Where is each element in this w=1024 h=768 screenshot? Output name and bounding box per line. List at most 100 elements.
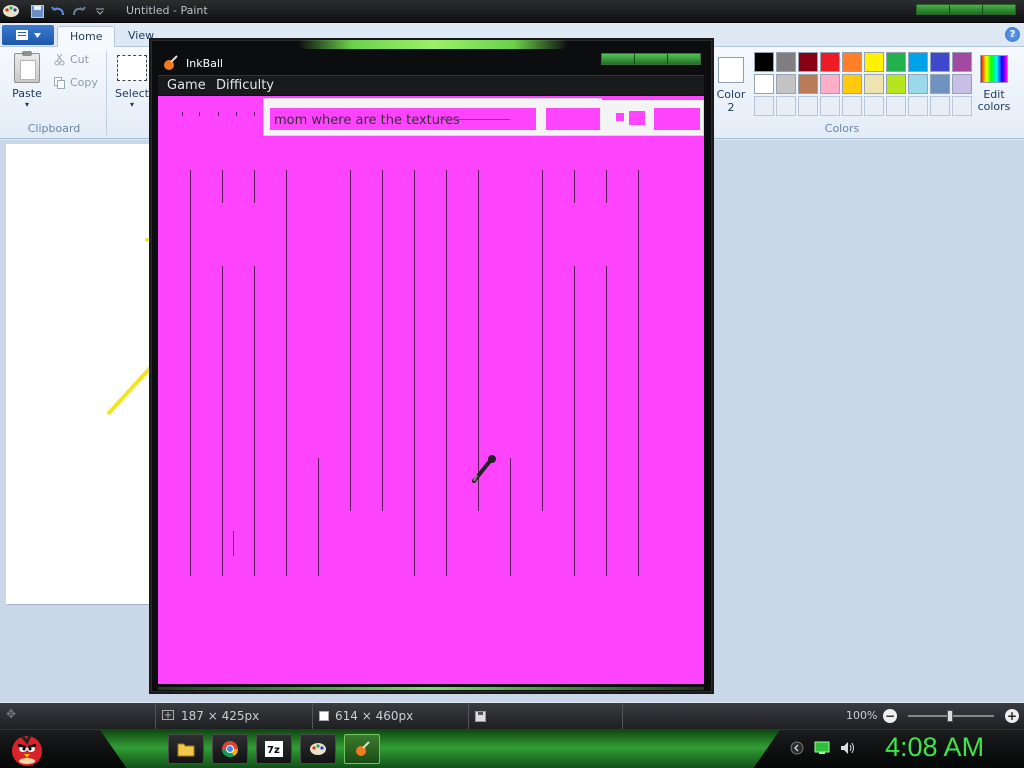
drawing-canvas[interactable] xyxy=(6,144,152,604)
save-quick-button[interactable] xyxy=(28,2,46,20)
system-tray xyxy=(790,741,856,755)
palette-custom-swatch[interactable] xyxy=(776,96,796,116)
minus-icon: − xyxy=(884,709,896,723)
hud-panel xyxy=(654,108,700,130)
palette-swatch[interactable] xyxy=(908,74,928,94)
paint-menu-button[interactable] xyxy=(2,25,54,45)
7zip-icon: 7z xyxy=(265,741,283,757)
palette-swatch[interactable] xyxy=(864,74,884,94)
palette-swatch[interactable] xyxy=(776,52,796,72)
palette-swatch[interactable] xyxy=(842,52,862,72)
volume-icon[interactable] xyxy=(840,741,856,755)
palette-swatch[interactable] xyxy=(908,52,928,72)
close-button[interactable] xyxy=(983,5,1015,14)
paste-button[interactable]: Paste ▾ xyxy=(8,51,46,109)
palette-swatch[interactable] xyxy=(952,74,972,94)
plus-icon: + xyxy=(1006,709,1018,723)
taskbar-paint-button[interactable] xyxy=(300,734,336,764)
zoom-in-button[interactable]: + xyxy=(1005,709,1019,723)
tab-home[interactable]: Home xyxy=(57,26,116,47)
cut-button[interactable]: Cut xyxy=(54,53,89,66)
palette-swatch[interactable] xyxy=(886,52,906,72)
hud-message: mom where are the textures xyxy=(274,113,460,128)
palette-swatch[interactable] xyxy=(886,74,906,94)
select-label: Select xyxy=(115,87,149,100)
palette-swatch[interactable] xyxy=(754,74,774,94)
hud-panel xyxy=(629,111,645,125)
taskbar-clock[interactable]: 4:08 AM xyxy=(885,732,984,763)
taskbar-inkball-button[interactable] xyxy=(344,734,380,764)
paint-palette-icon xyxy=(310,743,326,755)
hud-panel xyxy=(602,97,704,100)
folder-icon xyxy=(177,743,195,757)
taskbar-explorer-button[interactable] xyxy=(168,734,204,764)
palette-swatch[interactable] xyxy=(820,52,840,72)
cursor-position-icon xyxy=(162,710,174,720)
zoom-out-button[interactable]: − xyxy=(883,709,897,723)
maximize-button[interactable] xyxy=(635,54,668,64)
quick-access-toolbar xyxy=(28,2,109,20)
palette-custom-swatch[interactable] xyxy=(842,96,862,116)
palette-swatch[interactable] xyxy=(842,74,862,94)
zoom-slider-thumb[interactable] xyxy=(947,710,953,722)
palette-swatch[interactable] xyxy=(930,74,950,94)
palette-swatch[interactable] xyxy=(820,74,840,94)
select-button[interactable]: Select ▾ xyxy=(115,55,149,109)
wall-line xyxy=(190,170,191,576)
customize-qat-button[interactable] xyxy=(91,2,109,20)
scissors-icon xyxy=(54,53,65,65)
close-button[interactable] xyxy=(668,54,700,64)
palette-swatch[interactable] xyxy=(864,52,884,72)
palette-custom-swatch[interactable] xyxy=(754,96,774,116)
palette-swatch[interactable] xyxy=(952,52,972,72)
maximize-button[interactable] xyxy=(950,5,983,14)
palette-custom-swatch[interactable] xyxy=(798,96,818,116)
menu-difficulty[interactable]: Difficulty xyxy=(216,78,274,93)
palette-swatch[interactable] xyxy=(798,74,818,94)
palette-custom-swatch[interactable] xyxy=(930,96,950,116)
start-button-angry-bird-icon[interactable] xyxy=(8,730,46,768)
save-icon xyxy=(30,4,44,18)
wall-line xyxy=(606,170,607,203)
palette-custom-swatch[interactable] xyxy=(952,96,972,116)
palette-custom-swatch[interactable] xyxy=(820,96,840,116)
taskbar-7zip-button[interactable]: 7z xyxy=(256,734,292,764)
hud-panel xyxy=(546,108,600,130)
undo-quick-button[interactable] xyxy=(49,2,67,20)
minimize-button[interactable] xyxy=(602,54,635,64)
palette-swatch[interactable] xyxy=(798,52,818,72)
clipboard-group-label: Clipboard xyxy=(27,122,81,135)
edit-colors-label-line2: colors xyxy=(977,100,1011,113)
wall-line xyxy=(182,112,183,116)
wall-line xyxy=(254,112,255,116)
title-glow xyxy=(298,40,568,49)
inkball-window: InkBall Game Difficulty mom where are th… xyxy=(151,40,712,692)
show-hidden-icons-icon[interactable] xyxy=(790,741,804,755)
paint-app-icon[interactable] xyxy=(2,3,20,19)
wall-line xyxy=(233,531,234,556)
palette-custom-swatch[interactable] xyxy=(864,96,884,116)
copy-button[interactable]: Copy xyxy=(54,76,98,89)
help-button[interactable]: ? xyxy=(1005,27,1020,42)
chrome-icon xyxy=(221,741,239,758)
redo-icon xyxy=(73,6,86,16)
wall-line xyxy=(446,170,447,576)
inkball-app-icon[interactable] xyxy=(162,55,178,71)
menu-game[interactable]: Game xyxy=(167,78,206,93)
palette-swatch[interactable] xyxy=(754,52,774,72)
color-2-button[interactable]: Color 2 xyxy=(714,53,748,114)
disk-icon xyxy=(475,710,486,722)
inkball-playfield[interactable]: mom where are the textures xyxy=(158,96,704,684)
pen-cursor-icon xyxy=(472,455,496,483)
palette-swatch[interactable] xyxy=(776,74,796,94)
wall-line xyxy=(638,170,639,576)
palette-swatch[interactable] xyxy=(930,52,950,72)
network-icon[interactable] xyxy=(814,741,830,755)
palette-custom-swatch[interactable] xyxy=(908,96,928,116)
minimize-button[interactable] xyxy=(917,5,950,14)
taskbar-chrome-button[interactable] xyxy=(212,734,248,764)
edit-colors-button[interactable]: Edit colors xyxy=(976,53,1012,113)
palette-custom-swatch[interactable] xyxy=(886,96,906,116)
paste-label: Paste xyxy=(12,87,42,100)
redo-quick-button[interactable] xyxy=(70,2,88,20)
